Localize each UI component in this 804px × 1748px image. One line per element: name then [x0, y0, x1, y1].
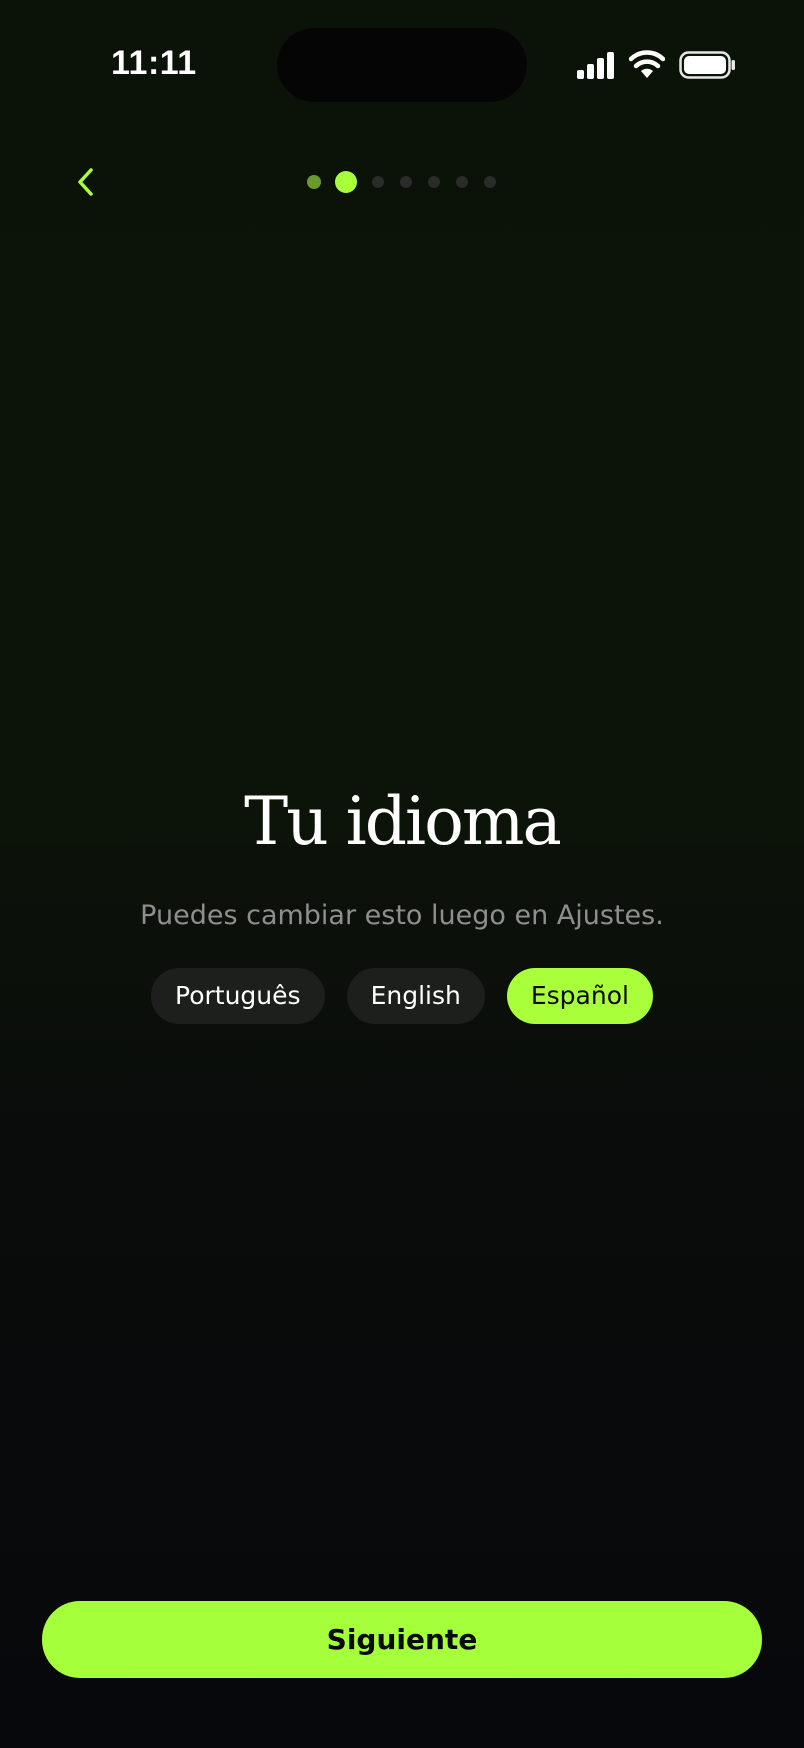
cellular-signal-icon — [577, 52, 614, 79]
page-title: Tu idioma — [244, 783, 562, 860]
status-bar: 11:11 — [0, 0, 804, 130]
status-time: 11:11 — [111, 44, 197, 82]
step-dot — [372, 176, 384, 188]
status-icons — [575, 48, 735, 82]
chevron-left-icon — [78, 168, 93, 196]
page-subtitle: Puedes cambiar esto luego en Ajustes. — [140, 900, 664, 931]
dynamic-island — [277, 28, 527, 102]
next-button[interactable]: Siguiente — [42, 1601, 762, 1678]
step-dot — [428, 176, 440, 188]
step-dot — [307, 175, 321, 189]
step-dot — [400, 176, 412, 188]
step-dot — [335, 171, 357, 193]
step-indicator — [300, 170, 500, 194]
language-chip[interactable]: Português — [151, 968, 325, 1024]
wifi-icon — [629, 50, 665, 78]
language-options: Português English Español — [0, 968, 804, 1024]
back-button[interactable] — [60, 156, 112, 208]
language-chip[interactable]: Español — [506, 968, 653, 1024]
step-dot — [456, 176, 468, 188]
battery-icon — [679, 51, 735, 79]
step-dot — [484, 176, 496, 188]
language-chip[interactable]: English — [346, 968, 485, 1024]
main-content: Tu idioma Puedes cambiar esto luego en A… — [0, 770, 804, 1024]
onboarding-nav — [0, 150, 804, 214]
